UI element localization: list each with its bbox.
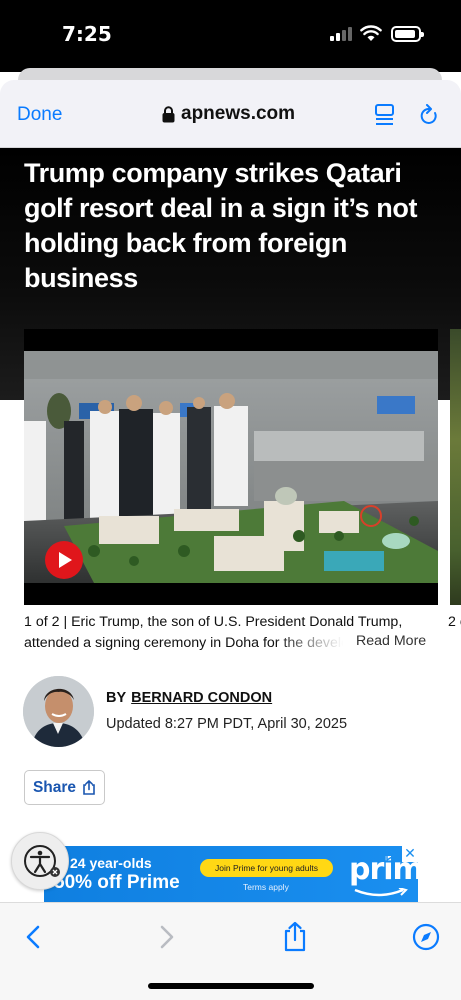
ad-line2: 50% off Prime [54,872,180,893]
browser-header: Done apnews.com [0,80,461,148]
safari-compass-icon [412,923,440,951]
reader-mode-icon[interactable] [375,104,395,126]
share-label: Share [32,778,77,796]
share-button[interactable]: Share [24,770,105,805]
address-bar[interactable]: apnews.com [162,102,295,126]
ad-banner[interactable]: 24 year-olds 50% off Prime Join Prime fo… [44,846,418,902]
signal-icon [330,27,354,41]
byline-prefix: BY [106,690,127,706]
url-text: apnews.com [181,103,296,124]
accessibility-button[interactable] [11,832,69,890]
article-headline: Trump company strikes Qatari golf resort… [24,158,418,293]
author-avatar[interactable] [23,676,94,747]
home-indicator [148,983,314,989]
status-bar: 7:25 [0,0,461,72]
back-button[interactable] [16,919,52,955]
adchoices-icon[interactable] [385,848,398,861]
next-caption-peek: 2 o f [448,614,461,630]
next-slide-peek[interactable] [450,329,461,605]
play-icon [59,552,72,568]
photo-counter: 1 of 2 [24,614,60,630]
forward-button[interactable] [148,919,184,955]
photo-illustration [24,351,438,583]
forward-icon [160,925,174,949]
updated-timestamp: Updated 8:27 PM PDT, April 30, 2025 [106,716,348,732]
author-link[interactable]: BERNARD CONDON [131,690,272,706]
read-more-button[interactable]: Read More [356,633,427,649]
ad-terms: Terms apply [243,882,289,892]
lock-icon [162,105,175,122]
share-sheet-button[interactable] [277,919,313,955]
ad-cta-button[interactable]: Join Prime for young adults [200,859,333,877]
wifi-icon [360,25,382,41]
play-button[interactable] [45,541,83,579]
reload-icon[interactable] [419,104,439,126]
ad-line1: 24 year-olds [70,855,152,871]
battery-icon [391,26,424,42]
back-icon [26,925,40,949]
share-icon [83,780,95,795]
status-time: 7:25 [62,22,112,46]
caption-separator: | [59,614,72,630]
caption-fade [276,632,360,654]
share-sheet-icon [284,921,306,952]
article-photo[interactable] [24,351,438,583]
done-button[interactable]: Done [17,104,62,126]
accessibility-icon [24,845,60,877]
open-in-safari-button[interactable] [408,919,444,955]
byline: BY BERNARD CONDON [106,690,272,706]
close-icon[interactable]: ✕ [402,846,418,862]
ad-brand-smile-icon [354,888,408,897]
